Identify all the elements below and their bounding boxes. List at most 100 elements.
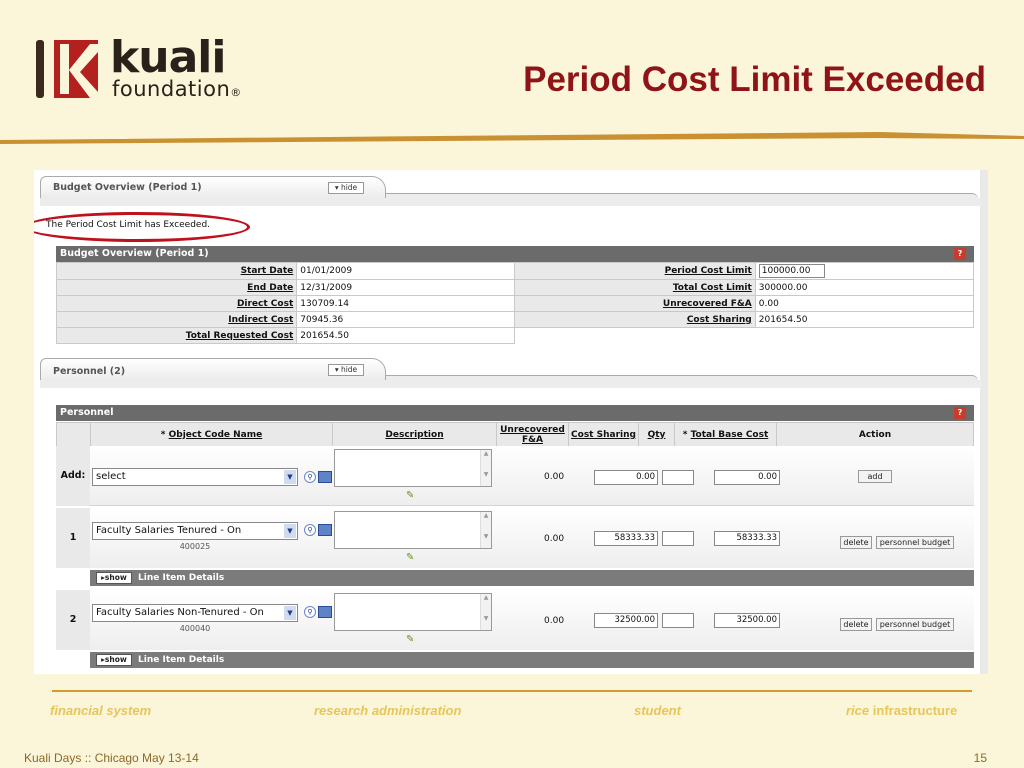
description-textarea[interactable]: ▲ ▼ [334,511,492,549]
cost-sharing-input[interactable]: 0.00 [594,470,658,485]
header-total-base-cost[interactable]: * Total Base Cost [674,422,777,447]
nav-financial-system[interactable]: financial system [50,703,151,718]
pencil-icon[interactable]: ✎ [406,552,418,564]
empty-cell [514,327,974,344]
book-icon[interactable] [318,524,332,536]
delete-button[interactable]: delete [840,536,872,549]
nav-student[interactable]: student [634,703,681,718]
personnel-budget-button[interactable]: personnel budget [876,618,954,631]
total-base-cost-input[interactable]: 32500.00 [714,613,780,628]
tab-personnel[interactable]: Personnel (2) ▾ hide [40,358,386,380]
tab-label: Budget Overview (Period 1) [53,182,202,193]
textarea-scrollbar[interactable]: ▲ ▼ [480,512,491,548]
hide-button[interactable]: ▾ hide [328,182,364,194]
qty-input[interactable] [662,470,694,485]
header-object-code[interactable]: * Object Code Name [90,422,333,447]
tab-label: Personnel (2) [53,366,126,377]
table-header-row: * Object Code Name Description Unrecover… [56,422,974,447]
end-date-label[interactable]: End Date [55,279,298,296]
show-button[interactable]: ▸show [96,572,132,584]
section-title: Personnel [60,407,114,418]
object-code-number: 400025 [179,542,211,551]
highlight-ellipse [34,212,250,242]
scroll-gutter [980,170,988,674]
object-code-select[interactable]: Faculty Salaries Non-Tenured - On ▼ [92,604,298,622]
direct-cost-value: 130709.14 [296,295,516,312]
direct-cost-label[interactable]: Direct Cost [55,295,298,312]
cost-sharing-input[interactable]: 58333.33 [594,531,658,546]
line-item-details-bar: ▸show Line Item Details [90,570,974,586]
unrecovered-value: 0.00 [544,472,565,482]
textarea-scrollbar[interactable]: ▲ ▼ [480,450,491,486]
nav-research-administration[interactable]: research administration [314,703,461,718]
total-requested-cost-label[interactable]: Total Requested Cost [55,327,298,344]
description-textarea[interactable]: ▲ ▼ [334,593,492,631]
book-icon[interactable] [318,471,332,483]
object-code-select[interactable]: select ▼ [92,468,298,486]
cost-sharing-input[interactable]: 32500.00 [594,613,658,628]
hide-button[interactable]: ▾ hide [328,364,364,376]
search-icon[interactable]: ⚲ [304,471,316,483]
qty-input[interactable] [662,613,694,628]
pencil-icon[interactable]: ✎ [406,634,418,646]
pencil-icon[interactable]: ✎ [406,490,418,502]
total-cost-limit-value: 300000.00 [754,279,975,296]
delete-button[interactable]: delete [840,618,872,631]
section-header-personnel: Personnel ? [56,405,974,421]
table-row: Start Date 01/01/2009 Period Cost Limit … [55,262,975,280]
cost-sharing-label[interactable]: Cost Sharing [514,311,756,328]
line-item-details-label: Line Item Details [138,573,225,583]
total-cost-limit-label[interactable]: Total Cost Limit [514,279,756,296]
tab-body [40,198,982,206]
nav-rice-infrastructure[interactable]: rice infrastructure [846,703,957,718]
total-base-cost-input[interactable]: 58333.33 [714,531,780,546]
help-icon[interactable]: ? [954,248,966,260]
search-icon[interactable]: ⚲ [304,524,316,536]
header-blank [56,422,91,447]
table-row: Total Requested Cost 201654.50 [55,327,974,344]
footer-event: Kuali Days :: Chicago May 13-14 [24,751,199,765]
cost-sharing-value: 201654.50 [754,311,975,328]
total-base-cost-input[interactable]: 0.00 [714,470,780,485]
show-button[interactable]: ▸show [96,654,132,666]
personnel-budget-button[interactable]: personnel budget [876,536,954,549]
start-date-value: 01/01/2009 [296,262,516,280]
add-button[interactable]: add [858,470,892,483]
chevron-down-icon: ▼ [284,524,296,538]
textarea-scrollbar[interactable]: ▲ ▼ [480,594,491,630]
qty-input[interactable] [662,531,694,546]
book-icon[interactable] [318,606,332,618]
table-row: Direct Cost 130709.14 Unrecovered F&A 0.… [55,295,975,312]
page-number: 15 [973,751,987,765]
total-requested-cost-value: 201654.50 [296,327,516,344]
unrecovered-fa-label[interactable]: Unrecovered F&A [514,295,756,312]
chevron-down-icon: ▼ [284,606,296,620]
slide-title: Period Cost Limit Exceeded [523,60,986,99]
period-cost-limit-input[interactable]: 100000.00 [758,264,825,278]
indirect-cost-label[interactable]: Indirect Cost [55,311,298,328]
header-unrecovered[interactable]: Unrecovered F&A [496,422,569,447]
description-textarea[interactable]: ▲ ▼ [334,449,492,487]
logo-word: kuali [110,32,226,83]
header-action: Action [776,422,974,447]
footer-rule [52,690,972,692]
tab-budget-overview[interactable]: Budget Overview (Period 1) ▾ hide [40,176,386,198]
table-row: 1 Faculty Salaries Tenured - On ▼ 400025 … [56,508,974,568]
header-description[interactable]: Description [332,422,497,447]
object-code-select[interactable]: Faculty Salaries Tenured - On ▼ [92,522,298,540]
search-icon[interactable]: ⚲ [304,606,316,618]
add-row: Add: select ▼ ⚲ ▲ ▼ ✎ 0.00 0.00 0.00 add [56,446,974,506]
table-row: End Date 12/31/2009 Total Cost Limit 300… [55,279,975,296]
table-row: Indirect Cost 70945.36 Cost Sharing 2016… [55,311,975,328]
header-cost-sharing[interactable]: Cost Sharing [568,422,639,447]
period-cost-limit-label[interactable]: Period Cost Limit [514,262,756,280]
header-rule [0,132,1024,144]
start-date-label[interactable]: Start Date [55,262,298,280]
logo-k-icon [54,40,98,98]
object-code-number: 400040 [179,624,211,633]
budget-overview-tab: Budget Overview (Period 1) ▾ hide [40,176,982,206]
help-icon[interactable]: ? [954,407,966,419]
header-qty[interactable]: Qty [638,422,675,447]
line-item-details-bar: ▸show Line Item Details [90,652,974,668]
table-row: 2 Faculty Salaries Non-Tenured - On ▼ 400… [56,590,974,650]
